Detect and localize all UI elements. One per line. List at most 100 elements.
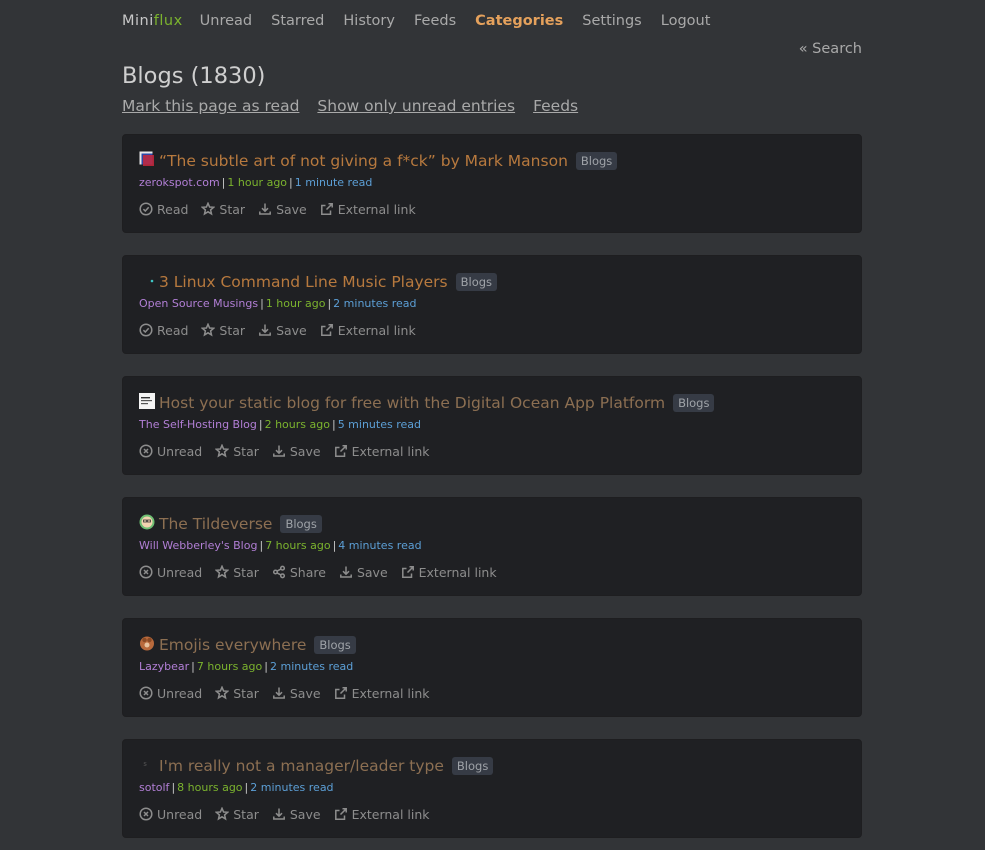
show-unread-link[interactable]: Show only unread entries bbox=[317, 94, 515, 118]
feed-favicon-icon bbox=[139, 393, 159, 413]
save-action[interactable]: Save bbox=[339, 565, 388, 580]
entry-title-link[interactable]: Host your static blog for free with the … bbox=[159, 394, 665, 412]
star-action[interactable]: Star bbox=[215, 807, 259, 822]
star-action[interactable]: Star bbox=[201, 323, 245, 338]
star-action[interactable]: Star bbox=[215, 444, 259, 459]
meta-separator: | bbox=[332, 539, 337, 552]
action-label: External link bbox=[418, 564, 497, 580]
entry-title-row: “The subtle art of not giving a f*ck” by… bbox=[139, 150, 845, 172]
star-action[interactable]: Star bbox=[215, 565, 259, 580]
entry-title-link[interactable]: Emojis everywhere bbox=[159, 636, 306, 654]
feed-name-link[interactable]: Open Source Musings bbox=[139, 297, 258, 310]
unread-action[interactable]: Unread bbox=[139, 444, 202, 459]
meta-separator: | bbox=[331, 418, 336, 431]
external-link-icon bbox=[334, 445, 347, 457]
feed-name-link[interactable]: zerokspot.com bbox=[139, 176, 220, 189]
entry-meta: Will Webberley's Blog | 7 hours ago | 4 minu… bbox=[139, 538, 845, 554]
page-title: Blogs (1830) bbox=[122, 63, 266, 89]
entry-title-link[interactable]: 3 Linux Command Line Music Players bbox=[159, 273, 448, 291]
external-link-icon bbox=[334, 687, 347, 699]
unread-action[interactable]: Unread bbox=[139, 686, 202, 701]
external-link-action[interactable]: External link bbox=[401, 565, 497, 580]
nav-history[interactable]: History bbox=[343, 13, 395, 29]
read-action[interactable]: Read bbox=[139, 202, 188, 217]
entry-meta: zerokspot.com | 1 hour ago | 1 minute read bbox=[139, 175, 845, 191]
entry-actions: Read Star Save External link bbox=[139, 199, 845, 219]
unread-action[interactable]: Unread bbox=[139, 807, 202, 822]
feed-favicon-icon bbox=[139, 151, 159, 171]
reading-time: 2 minutes read bbox=[269, 660, 354, 673]
download-icon bbox=[272, 687, 285, 699]
meta-separator: | bbox=[221, 176, 226, 189]
meta-separator: | bbox=[327, 297, 332, 310]
unread-action[interactable]: Unread bbox=[139, 565, 202, 580]
save-action[interactable]: Save bbox=[272, 444, 321, 459]
action-label: Unread bbox=[157, 806, 203, 822]
entry-item: “The subtle art of not giving a f*ck” by… bbox=[122, 134, 862, 233]
nav-starred[interactable]: Starred bbox=[271, 13, 324, 29]
feed-name-link[interactable]: Lazybear bbox=[139, 660, 189, 673]
external-link-action[interactable]: External link bbox=[334, 686, 430, 701]
feed-name-link[interactable]: Will Webberley's Blog bbox=[139, 539, 257, 552]
entry-actions: Unread Star Share Save External link bbox=[139, 562, 845, 582]
category-badge[interactable]: Blogs bbox=[280, 515, 322, 533]
mark-page-read-link[interactable]: Mark this page as read bbox=[122, 94, 299, 118]
app-logo[interactable]: Miniflux bbox=[122, 13, 183, 29]
entry-title-row: s I'm really not a manager/leader type Blo… bbox=[139, 755, 845, 777]
nav-settings[interactable]: Settings bbox=[582, 13, 641, 29]
svg-text:s: s bbox=[143, 760, 147, 768]
category-badge[interactable]: Blogs bbox=[314, 636, 356, 654]
reading-time: 5 minutes read bbox=[337, 418, 421, 431]
action-label: External link bbox=[351, 685, 430, 701]
category-badge[interactable]: Blogs bbox=[451, 757, 494, 775]
star-icon bbox=[201, 202, 216, 216]
reading-time: 4 minutes read bbox=[338, 539, 422, 552]
page-actions: Mark this page as read Show only unread … bbox=[122, 94, 862, 118]
external-link-action[interactable]: External link bbox=[320, 202, 416, 217]
star-action[interactable]: Star bbox=[201, 202, 245, 217]
feed-name-link[interactable]: The Self-Hosting Blog bbox=[139, 418, 257, 431]
external-link-icon bbox=[320, 324, 333, 336]
nav-unread[interactable]: Unread bbox=[200, 13, 252, 29]
action-label: External link bbox=[351, 443, 430, 459]
category-badge[interactable]: Blogs bbox=[673, 394, 715, 412]
nav-logout[interactable]: Logout bbox=[661, 13, 711, 29]
download-icon bbox=[259, 203, 272, 215]
action-label: Star bbox=[233, 564, 259, 580]
entry-title-link[interactable]: The Tildeverse bbox=[159, 515, 272, 533]
action-label: Save bbox=[289, 806, 321, 822]
read-action[interactable]: Read bbox=[139, 323, 188, 338]
save-action[interactable]: Save bbox=[258, 202, 307, 217]
action-label: Star bbox=[233, 806, 259, 822]
save-action[interactable]: Save bbox=[258, 323, 307, 338]
entry-list: “The subtle art of not giving a f*ck” by… bbox=[122, 134, 862, 838]
save-action[interactable]: Save bbox=[272, 807, 321, 822]
entry-actions: Read Star Save External link bbox=[139, 320, 845, 340]
action-label: Star bbox=[233, 685, 259, 701]
search-link[interactable]: « Search bbox=[799, 41, 862, 57]
external-link-action[interactable]: External link bbox=[334, 444, 430, 459]
star-icon bbox=[215, 686, 230, 700]
nav-categories[interactable]: Categories bbox=[475, 13, 563, 29]
entry-meta: Lazybear | 7 hours ago | 2 minutes read bbox=[139, 659, 845, 675]
category-badge[interactable]: Blogs bbox=[455, 273, 498, 291]
meta-separator: | bbox=[259, 539, 264, 552]
feeds-link[interactable]: Feeds bbox=[533, 94, 578, 118]
share-action[interactable]: Share bbox=[272, 565, 326, 580]
feed-favicon-icon: s bbox=[139, 756, 159, 776]
entry-item: The Tildeverse Blogs Will Webberley's Blog… bbox=[122, 497, 862, 596]
page-container: Miniflux Unread Starred History Feeds Ca… bbox=[122, 0, 862, 838]
category-badge[interactable]: Blogs bbox=[575, 152, 618, 170]
action-label: Save bbox=[289, 685, 321, 701]
download-icon bbox=[259, 324, 272, 336]
entry-title-link[interactable]: I'm really not a manager/leader type bbox=[159, 757, 444, 775]
entry-item: Emojis everywhere Blogs Lazybear | 7 hours a… bbox=[122, 618, 862, 717]
meta-separator: | bbox=[191, 660, 195, 673]
star-action[interactable]: Star bbox=[215, 686, 259, 701]
feed-name-link[interactable]: sotolf bbox=[139, 781, 169, 794]
save-action[interactable]: Save bbox=[272, 686, 321, 701]
external-link-action[interactable]: External link bbox=[320, 323, 416, 338]
entry-title-link[interactable]: “The subtle art of not giving a f*ck” by… bbox=[159, 152, 568, 170]
external-link-action[interactable]: External link bbox=[334, 807, 430, 822]
nav-feeds[interactable]: Feeds bbox=[414, 13, 456, 29]
